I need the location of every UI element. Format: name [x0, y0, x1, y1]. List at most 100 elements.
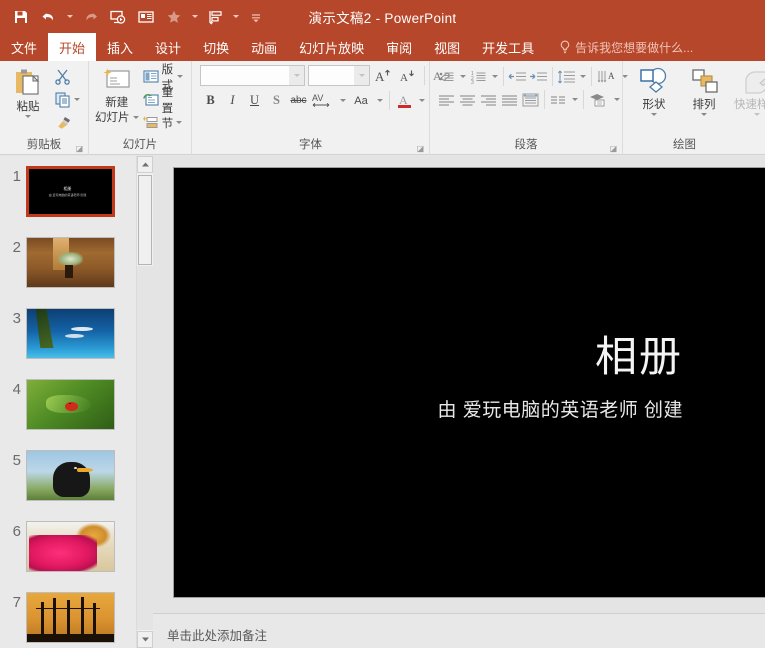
character-spacing-dropdown-icon[interactable]: [337, 90, 348, 111]
grow-font-button[interactable]: A: [373, 65, 394, 86]
font-size-combo[interactable]: [308, 65, 370, 86]
decrease-indent-button[interactable]: [507, 66, 528, 87]
reset-button[interactable]: 重置: [140, 87, 186, 115]
new-slide-icon[interactable]: [133, 4, 159, 30]
align-left-button[interactable]: [436, 89, 457, 110]
tell-me-box[interactable]: 告诉我您想要做什么...: [559, 33, 693, 61]
tab-file[interactable]: 文件: [0, 33, 48, 61]
quick-styles-dropdown-icon[interactable]: [754, 113, 760, 116]
layout-dropdown-icon[interactable]: [177, 75, 183, 78]
tab-animations[interactable]: 动画: [240, 33, 288, 61]
clipboard-dialog-launcher-icon[interactable]: ◪: [75, 144, 84, 153]
columns-dropdown-icon[interactable]: [569, 89, 580, 110]
thumbnail-item-5[interactable]: 5: [0, 450, 136, 521]
redo-icon[interactable]: [77, 4, 103, 30]
cut-button[interactable]: [51, 65, 83, 88]
new-slide-dropdown-icon[interactable]: [132, 116, 139, 119]
strikethrough-button[interactable]: abc: [288, 90, 309, 111]
thumbnail-item-4[interactable]: 4: [0, 379, 136, 450]
text-direction-button[interactable]: A: [595, 66, 619, 87]
thumbnail-item-2[interactable]: 2: [0, 237, 136, 308]
italic-button[interactable]: I: [222, 90, 243, 111]
align-right-button[interactable]: [478, 89, 499, 110]
section-button[interactable]: 节: [140, 111, 186, 134]
thumbnail-preview-3[interactable]: [26, 308, 115, 359]
font-name-combo[interactable]: [200, 65, 305, 86]
thumbnail-item-1[interactable]: 1 相册 由 爱玩电脑的英语老师 创建: [0, 166, 136, 237]
copy-button[interactable]: [51, 88, 83, 111]
start-slideshow-icon[interactable]: [105, 4, 131, 30]
shapes-dropdown-icon[interactable]: [651, 113, 657, 116]
change-case-button[interactable]: Aa: [349, 90, 373, 111]
font-name-dropdown-icon[interactable]: [289, 66, 304, 85]
arrange-button[interactable]: 排列: [681, 65, 727, 116]
tab-slideshow[interactable]: 幻灯片放映: [288, 33, 375, 61]
font-dialog-launcher-icon[interactable]: ◪: [416, 144, 425, 153]
thumbnail-item-6[interactable]: 6: [0, 521, 136, 592]
bullets-dropdown-icon[interactable]: [457, 66, 468, 87]
bold-button[interactable]: B: [200, 90, 221, 111]
paste-dropdown-icon[interactable]: [25, 115, 31, 118]
increase-indent-button[interactable]: [528, 66, 549, 87]
current-slide[interactable]: 相册 由 爱玩电脑的英语老师 创建: [173, 167, 765, 598]
tab-developer[interactable]: 开发工具: [471, 33, 545, 61]
shapes-button[interactable]: 形状: [631, 65, 677, 116]
paste-button[interactable]: 粘贴: [5, 65, 51, 118]
notes-pane[interactable]: 单击此处添加备注: [153, 613, 765, 648]
copy-dropdown-icon[interactable]: [74, 98, 80, 101]
thumbnail-preview-5[interactable]: [26, 450, 115, 501]
section-dropdown-icon[interactable]: [176, 121, 183, 124]
star-icon[interactable]: [161, 4, 187, 30]
arrange-dropdown-icon[interactable]: [701, 113, 707, 116]
new-slide-button[interactable]: 新建 幻灯片: [94, 65, 140, 125]
distribute-button[interactable]: [520, 89, 541, 110]
thumbnail-preview-6[interactable]: [26, 521, 115, 572]
convert-to-smartart-button[interactable]: [587, 89, 611, 110]
thumbnail-item-7[interactable]: 7: [0, 592, 136, 648]
line-spacing-button[interactable]: [556, 66, 577, 87]
undo-icon[interactable]: [36, 4, 62, 30]
numbering-button[interactable]: 123: [468, 66, 489, 87]
undo-dropdown-icon[interactable]: [64, 4, 75, 30]
tab-home[interactable]: 开始: [48, 33, 97, 61]
quick-styles-button[interactable]: 快速样式: [731, 65, 765, 116]
align-center-button[interactable]: [457, 89, 478, 110]
scrollbar-track[interactable]: [137, 266, 153, 630]
align-dropdown-icon[interactable]: [230, 4, 241, 30]
scroll-down-button[interactable]: [137, 631, 153, 648]
text-shadow-button[interactable]: S: [266, 90, 287, 111]
paragraph-dialog-launcher-icon[interactable]: ◪: [609, 144, 618, 153]
character-spacing-button[interactable]: AV: [310, 90, 336, 111]
customize-qat-icon[interactable]: [243, 4, 269, 30]
tab-insert[interactable]: 插入: [96, 33, 144, 61]
align-icon[interactable]: [202, 4, 228, 30]
convert-to-smartart-dropdown-icon[interactable]: [611, 89, 622, 110]
change-case-dropdown-icon[interactable]: [374, 90, 385, 111]
line-spacing-dropdown-icon[interactable]: [577, 66, 588, 87]
slide-subtitle-placeholder[interactable]: 由 爱玩电脑的英语老师 创建: [437, 395, 683, 422]
slide-panel-scrollbar[interactable]: [136, 156, 153, 648]
thumbnail-preview-4[interactable]: [26, 379, 115, 430]
columns-button[interactable]: [548, 89, 569, 110]
shrink-font-button[interactable]: A: [397, 65, 418, 86]
slide-thumbnail-panel[interactable]: 1 相册 由 爱玩电脑的英语老师 创建 2 3 4 5 6 7: [0, 156, 136, 648]
thumbnail-item-3[interactable]: 3: [0, 308, 136, 379]
font-color-button[interactable]: A: [394, 90, 415, 111]
tab-design[interactable]: 设计: [144, 33, 192, 61]
tab-review[interactable]: 审阅: [375, 33, 423, 61]
numbering-dropdown-icon[interactable]: [489, 66, 500, 87]
underline-button[interactable]: U: [244, 90, 265, 111]
tab-transitions[interactable]: 切换: [192, 33, 240, 61]
thumbnail-preview-2[interactable]: [26, 237, 115, 288]
thumbnail-preview-7[interactable]: [26, 592, 115, 643]
font-color-dropdown-icon[interactable]: [416, 90, 427, 111]
tab-view[interactable]: 视图: [423, 33, 471, 61]
slide-title-placeholder[interactable]: 相册: [595, 323, 683, 384]
format-painter-button[interactable]: [51, 111, 83, 134]
font-size-dropdown-icon[interactable]: [354, 66, 369, 85]
justify-button[interactable]: [499, 89, 520, 110]
thumbnail-preview-1[interactable]: 相册 由 爱玩电脑的英语老师 创建: [26, 166, 115, 217]
scrollbar-thumb[interactable]: [138, 175, 152, 265]
bullets-button[interactable]: [436, 66, 457, 87]
scroll-up-button[interactable]: [137, 156, 153, 173]
